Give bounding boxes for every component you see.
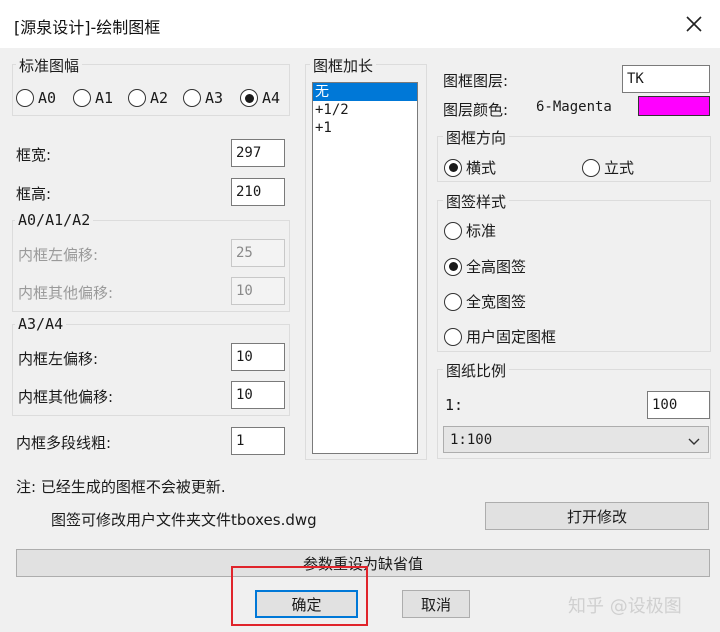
a3a4-other-offset-input[interactable]: 10 [231, 381, 285, 409]
title-bar: [源泉设计]-绘制图框 [0, 0, 720, 48]
radio-tb-full-width-label: 全宽图签 [466, 293, 527, 311]
lengthen-item-none[interactable]: 无 [313, 83, 417, 101]
radio-tb-full-height-label: 全高图签 [466, 258, 527, 276]
scale-prefix: 1: [445, 396, 464, 414]
polyline-width-input[interactable]: 1 [231, 427, 285, 455]
a3a4-other-offset-label: 内框其他偏移: [18, 388, 114, 406]
lengthen-item-half[interactable]: +1/2 [313, 101, 417, 119]
radio-tb-user-fixed-circle [444, 327, 462, 346]
radio-a3-label: A3 [205, 89, 224, 107]
radio-a2-circle [128, 89, 146, 107]
polyline-width-label: 内框多段线粗: [16, 434, 112, 452]
a3a4-left-offset-input[interactable]: 10 [231, 343, 285, 371]
radio-tb-full-height[interactable]: 全高图签 [444, 256, 526, 277]
radio-tb-user-fixed[interactable]: 用户固定图框 [444, 326, 556, 347]
scale-title: 图纸比例 [443, 360, 510, 381]
a0a1a2-other-offset-input: 10 [231, 277, 285, 305]
radio-a2-label: A2 [150, 89, 169, 107]
radio-landscape-label: 横式 [466, 159, 497, 177]
open-modify-button[interactable]: 打开修改 [485, 502, 709, 530]
a0a1a2-left-offset-label: 内框左偏移: [18, 246, 99, 264]
scale-dropdown-value: 1:100 [450, 432, 493, 448]
radio-tb-standard[interactable]: 标准 [444, 220, 496, 241]
radio-a0-label: A0 [38, 89, 57, 107]
lengthen-title: 图框加长 [310, 55, 377, 76]
layer-color-label: 图层颜色: [443, 101, 509, 119]
radio-tb-full-width[interactable]: 全宽图签 [444, 291, 526, 312]
radio-a2[interactable]: A2 [128, 89, 168, 107]
radio-tb-standard-circle [444, 221, 462, 240]
frame-height-input[interactable]: 210 [231, 178, 285, 206]
a0a1a2-left-offset-input: 25 [231, 239, 285, 267]
a0a1a2-title: A0/A1/A2 [15, 211, 94, 229]
watermark: 知乎 @设极图 [568, 596, 682, 617]
frame-width-label: 框宽: [16, 146, 52, 164]
radio-a3[interactable]: A3 [183, 89, 223, 107]
paper-size-title: 标准图幅 [16, 55, 83, 76]
lengthen-item-one[interactable]: +1 [313, 119, 417, 137]
radio-a4[interactable]: A4 [240, 89, 280, 107]
layer-color-swatch[interactable] [638, 96, 710, 116]
radio-a0[interactable]: A0 [16, 89, 56, 107]
scale-dropdown[interactable]: 1:100 [443, 426, 709, 453]
lengthen-listbox[interactable]: 无 +1/2 +1 [312, 82, 418, 454]
radio-a1-label: A1 [95, 89, 114, 107]
radio-landscape[interactable]: 横式 [444, 157, 496, 178]
scale-input[interactable]: 100 [647, 391, 710, 419]
radio-a4-label: A4 [262, 89, 281, 107]
radio-tb-full-height-circle [444, 257, 462, 276]
note-line-2: 图签可修改用户文件夹文件tboxes.dwg [51, 511, 317, 529]
radio-portrait-label: 立式 [604, 159, 635, 177]
layer-color-value: 6-Magenta [536, 99, 612, 115]
a3a4-left-offset-label: 内框左偏移: [18, 350, 99, 368]
frame-width-input[interactable]: 297 [231, 139, 285, 167]
radio-a3-circle [183, 89, 201, 107]
dialog-window: [源泉设计]-绘制图框 标准图幅 A0 A1 A2 A3 A4 框宽: 297 … [0, 0, 720, 632]
radio-a4-circle [240, 89, 258, 107]
a0a1a2-other-offset-label: 内框其他偏移: [18, 284, 114, 302]
a3a4-title: A3/A4 [15, 315, 67, 333]
radio-portrait-circle [582, 158, 600, 177]
frame-height-label: 框高: [16, 185, 52, 203]
title-block-title: 图签样式 [443, 191, 510, 212]
radio-landscape-circle [444, 158, 462, 177]
radio-tb-user-fixed-label: 用户固定图框 [466, 328, 557, 346]
radio-tb-full-width-circle [444, 292, 462, 311]
radio-portrait[interactable]: 立式 [582, 157, 634, 178]
highlight-annotation [231, 566, 368, 626]
note-line-1: 注: 已经生成的图框不会被更新. [16, 478, 226, 496]
radio-a1-circle [73, 89, 91, 107]
layer-label: 图框图层: [443, 72, 509, 90]
window-title: [源泉设计]-绘制图框 [14, 18, 161, 37]
layer-input[interactable]: TK [622, 65, 710, 93]
orientation-title: 图框方向 [443, 127, 510, 148]
close-icon[interactable] [680, 10, 708, 38]
radio-a1[interactable]: A1 [73, 89, 113, 107]
radio-a0-circle [16, 89, 34, 107]
chevron-down-icon [688, 435, 700, 451]
radio-tb-standard-label: 标准 [466, 222, 497, 240]
cancel-button[interactable]: 取消 [402, 590, 470, 618]
